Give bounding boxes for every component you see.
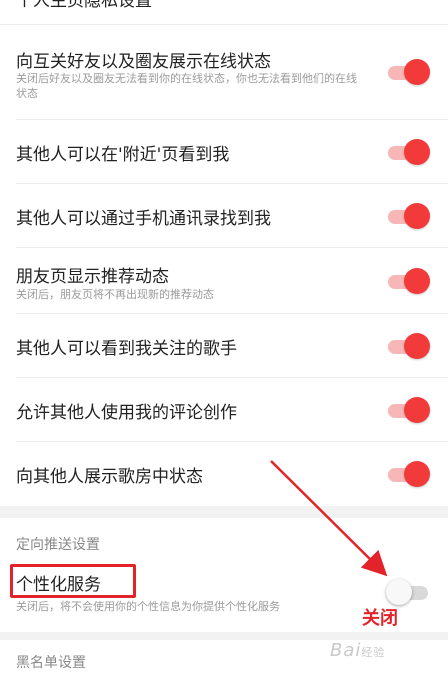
toggle-knob [404, 333, 430, 359]
setting-row-recommend-feed[interactable]: 朋友页显示推荐动态 关闭后，朋友页将不再出现新的推荐动态 [0, 248, 448, 314]
section-label: 黑名单设置 [16, 655, 86, 671]
setting-row-karaoke-status[interactable]: 向其他人展示歌房中状态 [0, 442, 448, 506]
setting-title: 向互关好友以及圈友展示在线状态 [16, 52, 271, 72]
toggle-knob [404, 59, 430, 85]
toggle-switch-on[interactable] [388, 460, 432, 488]
watermark-text: Bai [330, 640, 362, 661]
toggle-switch-on[interactable] [388, 138, 432, 166]
toggle-switch-off[interactable] [386, 578, 432, 606]
setting-title: 允许其他人使用我的评论创作 [16, 403, 237, 423]
setting-title: 向其他人展示歌房中状态 [16, 467, 203, 487]
setting-subtitle: 关闭后，将不会使用你的个性信息为你提供个性化服务 [16, 600, 280, 613]
section-gap [0, 506, 448, 518]
setting-subtitle: 关闭后，朋友页将不再出现新的推荐动态 [16, 288, 214, 301]
section-gap [0, 632, 448, 640]
section-header-cut: 个人主页隐私设置 [0, 0, 448, 25]
toggle-knob [404, 397, 430, 423]
setting-row-followed-singers[interactable]: 其他人可以看到我关注的歌手 [0, 314, 448, 378]
watermark-logo: Bai经验 [330, 640, 385, 661]
section-label: 定向推送设置 [16, 537, 100, 553]
toggle-knob [386, 579, 412, 605]
setting-title: 其他人可以在'附近'页看到我 [16, 145, 230, 165]
annotation-highlight-box [10, 564, 136, 598]
watermark-suffix: 经验 [361, 646, 386, 659]
section-header-title: 个人主页隐私设置 [16, 0, 152, 11]
toggle-switch-on[interactable] [388, 58, 432, 86]
setting-row-nearby[interactable]: 其他人可以在'附近'页看到我 [0, 120, 448, 184]
setting-row-contacts[interactable]: 其他人可以通过手机通讯录找到我 [0, 184, 448, 248]
setting-row-online-status[interactable]: 向互关好友以及圈友展示在线状态 关闭后好友以及圈友无法看到你的在线状态，你也无法… [0, 25, 448, 120]
toggle-knob [404, 268, 430, 294]
setting-title: 朋友页显示推荐动态 [16, 267, 169, 287]
setting-row-comment-creation[interactable]: 允许其他人使用我的评论创作 [0, 378, 448, 442]
toggle-switch-on[interactable] [388, 332, 432, 360]
toggle-knob [404, 461, 430, 487]
toggle-switch-on[interactable] [388, 202, 432, 230]
setting-subtitle: 关闭后好友以及圈友无法看到你的在线状态，你也无法看到他们的在线状态 [16, 72, 357, 100]
setting-title: 其他人可以通过手机通讯录找到我 [16, 209, 271, 229]
toggle-switch-on[interactable] [388, 396, 432, 424]
annotation-label: 关闭 [362, 608, 398, 629]
toggle-knob [404, 139, 430, 165]
toggle-knob [404, 203, 430, 229]
toggle-switch-on[interactable] [388, 267, 432, 295]
setting-title: 其他人可以看到我关注的歌手 [16, 339, 237, 359]
